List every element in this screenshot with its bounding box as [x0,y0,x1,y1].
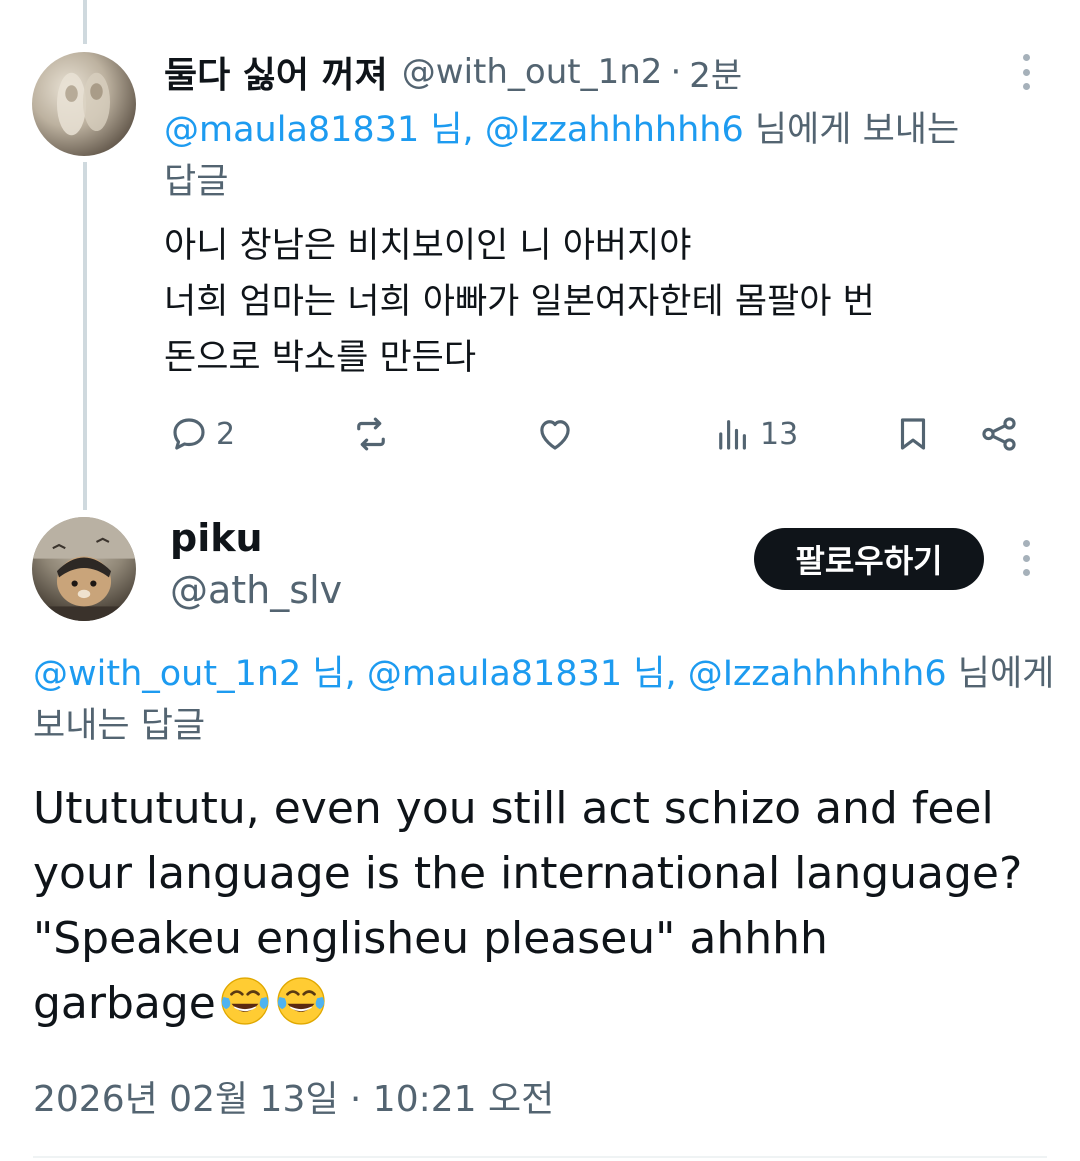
reply-to-suffix: 님에게 [946,654,1055,694]
tweet-text-line-last: garbage [33,971,1063,1036]
reply-to-line: @with_out_1n2 님, @maula81831 님, @Izzahhh… [33,648,1080,752]
avatar[interactable] [32,517,136,621]
display-name[interactable]: 둘다 싫어 꺼져 [164,46,388,98]
views-count: 13 [760,416,799,452]
tweet-text: Ututututu, even you still act schizo and… [33,776,1063,1036]
face-with-tears-of-joy-icon [277,977,325,1025]
reply-to-suffix: 님에게 보내는 [743,110,960,150]
tweet-text-line: Ututututu, even you still act schizo and… [33,783,994,834]
retweet-button[interactable] [350,402,392,466]
thread-connector-line [83,162,87,510]
views-bar-chart-icon [719,420,746,450]
bookmark-icon [900,418,926,450]
mention-link[interactable]: @Izzahhhhhh6 [485,110,744,150]
share-icon [982,417,1016,451]
tweet-thread-page: 둘다 싫어 꺼져 @with_out_1n2 · 2분 @maula81831 … [0,0,1080,1161]
mention-link[interactable]: @with_out_1n2 님, [33,654,356,694]
face-with-tears-of-joy-icon [221,977,269,1025]
reply-to-suffix: 답글 [164,162,229,202]
retweet-icon [357,417,385,451]
user-handle[interactable]: @with_out_1n2 [402,52,663,92]
tweet-time[interactable]: 2분 [689,48,742,97]
reply-to-line: @maula81831 님, @Izzahhhhhh6 님에게 보내는 답글 [164,104,1044,208]
tweet-timestamp[interactable]: 2026년 02월 13일 · 10:21 오전 [33,1070,554,1122]
avatar[interactable] [32,52,136,156]
reply-button[interactable]: 2 [168,402,235,466]
avatar-image [32,517,136,621]
user-handle[interactable]: @ath_slv [170,568,342,612]
tweet-action-bar: 2 13 [164,402,1034,466]
divider [33,1156,1047,1158]
separator-dot: · [670,52,682,92]
tweet-text: 아니 창남은 비치보이인 니 아버지야 너희 엄마는 너희 아빠가 일본여자한테… [164,218,1044,386]
heart-icon [540,420,570,450]
mention-link[interactable]: @maula81831 님, [164,110,474,150]
follow-button[interactable]: 팔로우하기 [754,528,984,590]
like-button[interactable] [534,402,576,466]
mention-link[interactable]: @Izzahhhhhh6 [688,654,947,694]
bookmark-button[interactable] [892,402,934,466]
reply-to-suffix: 보내는 답글 [33,706,206,746]
more-dots-icon[interactable] [1014,540,1038,580]
avatar-image [56,72,110,136]
display-name[interactable]: piku [170,516,263,560]
reply-count: 2 [216,416,236,452]
mention-link[interactable]: @maula81831 님, [367,654,677,694]
tweet-text-line: 아니 창남은 비치보이인 니 아버지야 [164,226,692,266]
tweet-header: 둘다 싫어 꺼져 @with_out_1n2 · 2분 [164,44,742,100]
tweet-text-line: "Speakeu englisheu pleaseu" ahhhh [33,913,828,964]
tweet-text-line: your language is the international langu… [33,848,1023,899]
tweet-text-line: garbage [33,978,216,1029]
share-button[interactable] [978,402,1020,466]
tweet-text-line: 너희 엄마는 너희 아빠가 일본여자한테 몸팔아 번 [164,282,875,322]
tweet-text-line: 돈으로 박소를 만든다 [164,338,477,378]
reply-bubble-icon [173,418,205,450]
more-dots-icon[interactable] [1014,54,1038,94]
views-button[interactable]: 13 [712,402,798,466]
thread-connector-line [83,0,87,44]
